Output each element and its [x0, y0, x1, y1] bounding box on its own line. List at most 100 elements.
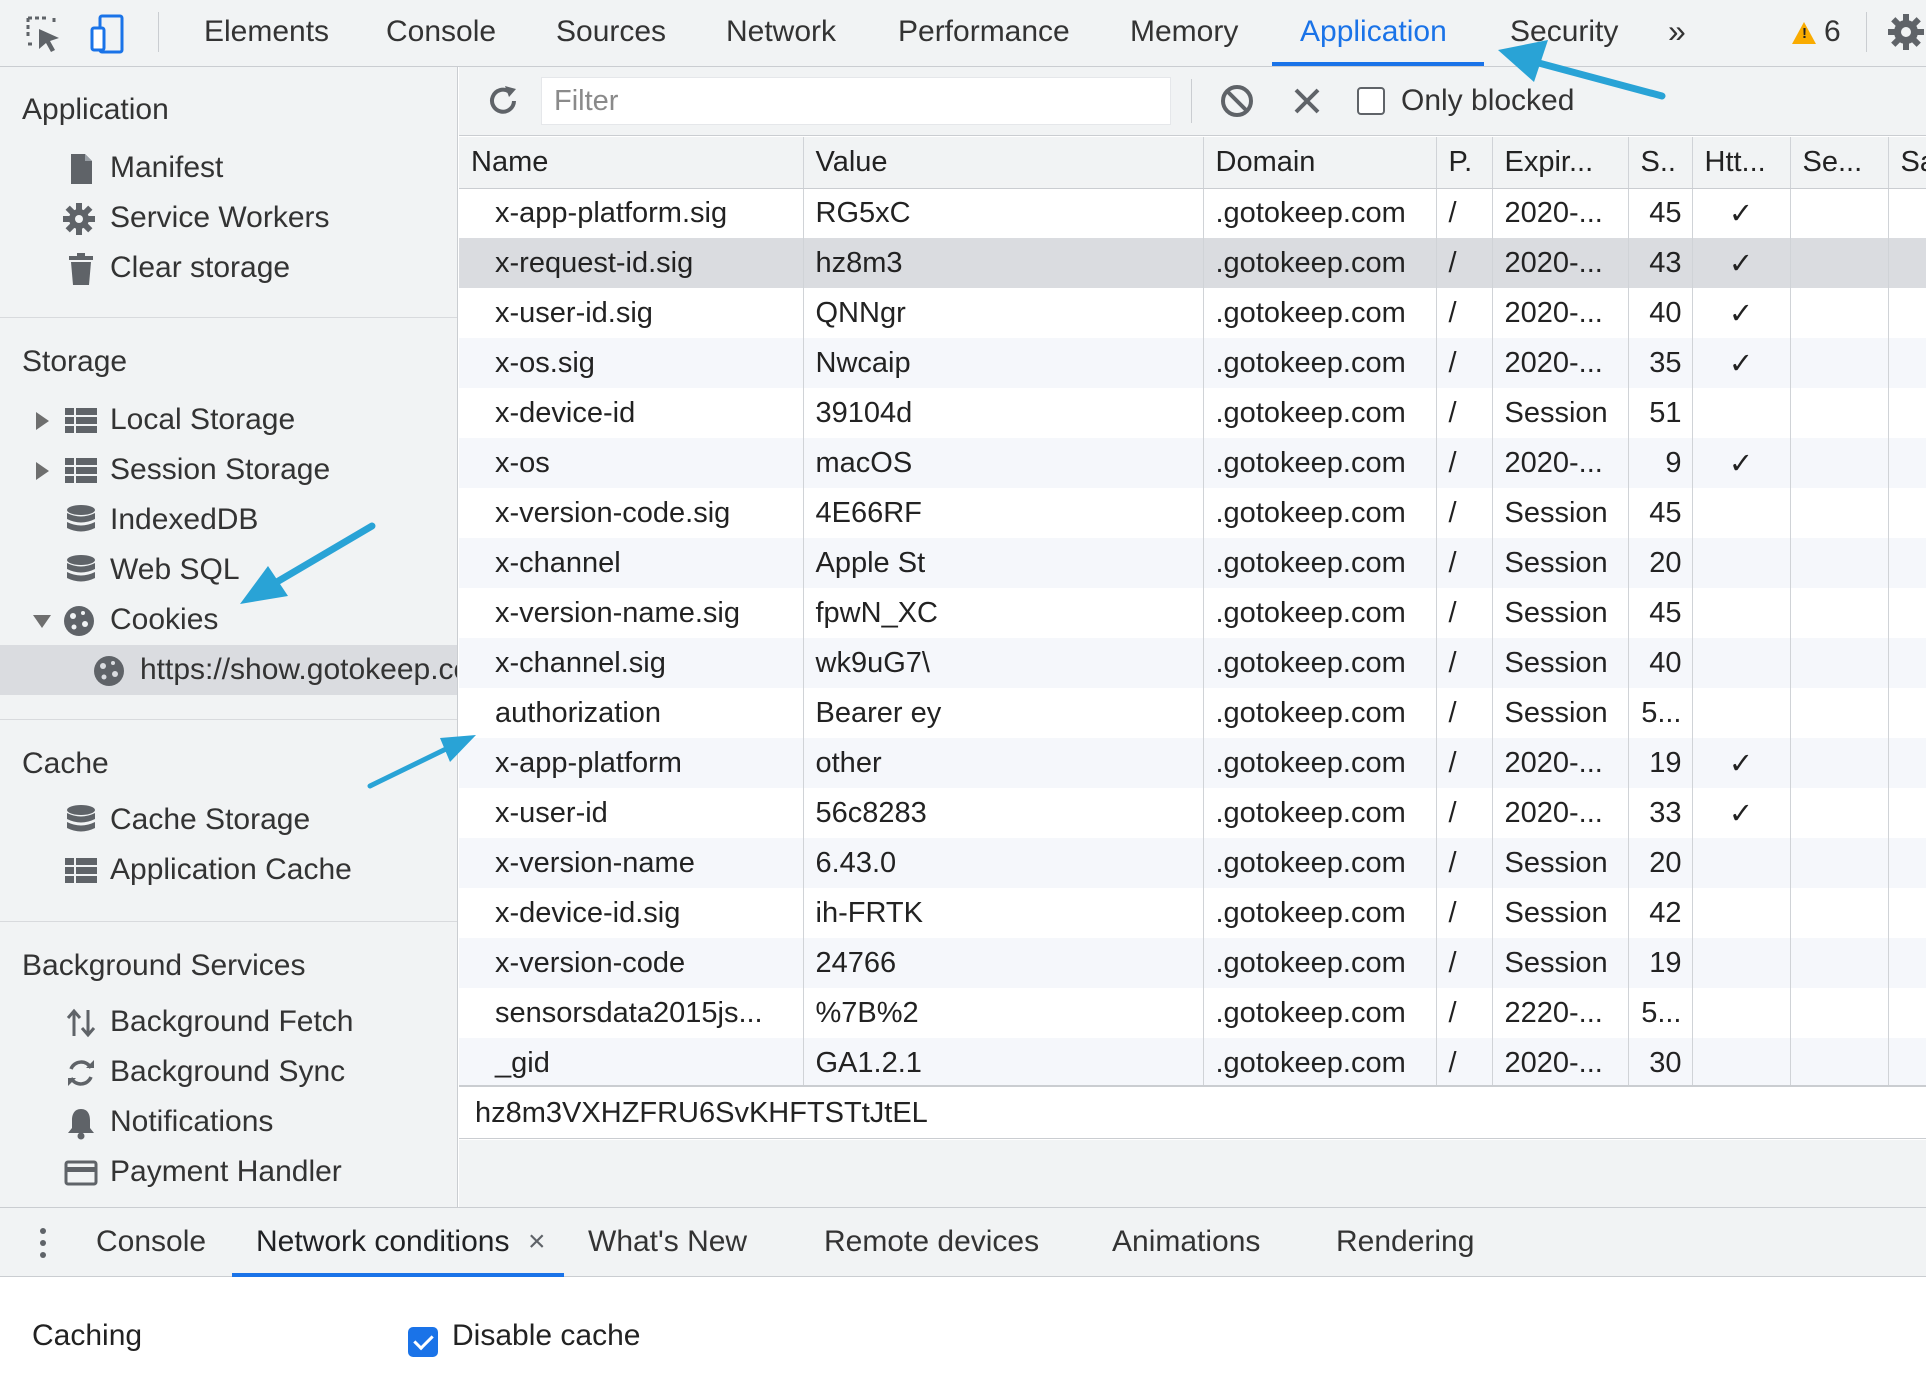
tab-memory[interactable]: Memory [1130, 0, 1238, 67]
cookie-value-preview[interactable]: hz8m3VXHZFRU6SvKHFTSTtJtEL [459, 1087, 1926, 1139]
cookie-samesite-cell [1888, 288, 1926, 338]
cookie-path-cell: / [1436, 738, 1493, 788]
table-row[interactable]: sensorsdata2015js... %7B%2 .gotokeep.com/2… [459, 988, 1926, 1038]
sidebar-item-service-workers[interactable]: Service Workers [0, 193, 457, 243]
sidebar-item-background-fetch[interactable]: Background Fetch [0, 997, 457, 1047]
cookie-domain-cell: .gotokeep.com [1203, 938, 1437, 988]
filter-input[interactable] [541, 77, 1171, 125]
section-title-application: Application [22, 93, 169, 126]
cookie-size-cell: 40 [1628, 638, 1693, 688]
expand-arrow-icon[interactable] [36, 412, 49, 430]
sidebar-item-label: Payment Handler [110, 1155, 342, 1188]
column-header-name[interactable]: Name [459, 137, 804, 189]
inspect-element-icon[interactable] [24, 14, 64, 59]
column-header-domain[interactable]: Domain [1203, 137, 1437, 189]
table-row[interactable]: x-channel.sig wk9uG7\ .gotokeep.com / Sessio… [459, 638, 1926, 688]
database-icon [64, 804, 98, 838]
table-row[interactable]: x-version-code.sig 4E66RF .gotokeep.com / Se… [459, 488, 1926, 538]
table-row[interactable]: x-device-id.sig ih-FRTK .gotokeep.com / Sess… [459, 888, 1926, 938]
cookie-path-cell: / [1436, 588, 1493, 638]
settings-gear-icon[interactable] [1886, 12, 1926, 57]
only-blocked-checkbox[interactable] [1357, 87, 1385, 115]
sidebar-item-application-cache[interactable]: Application Cache [0, 845, 457, 895]
cookie-samesite-cell [1888, 338, 1926, 388]
device-toolbar-icon[interactable] [90, 14, 130, 59]
cookie-value-cell: 24766 [803, 938, 1204, 988]
disable-cache-checkbox[interactable] [408, 1327, 438, 1357]
only-blocked-label[interactable]: Only blocked [1401, 67, 1574, 135]
sidebar-item-cookie-origin[interactable]: https://show.gotokeep.com [0, 645, 457, 695]
table-row[interactable]: x-version-code 24766 .gotokeep.com / Session… [459, 938, 1926, 988]
sidebar-item-cookies[interactable]: Cookies [0, 595, 457, 645]
table-row[interactable]: x-channel Apple St .gotokeep.com / Session 20 [459, 538, 1926, 588]
table-row[interactable]: x-user-id 56c8283 .gotokeep.com/2020-... 33… [459, 788, 1926, 838]
sidebar-item-local-storage[interactable]: Local Storage [0, 395, 457, 445]
more-tabs-button[interactable]: » [1668, 0, 1686, 67]
column-header-samesite[interactable]: Sa [1888, 137, 1926, 189]
column-header-secure[interactable]: Se... [1790, 137, 1889, 189]
drawer-tab-whats-new[interactable]: What's New [588, 1208, 747, 1276]
table-row[interactable]: x-device-id 39104d .gotokeep.com / Session 51 [459, 388, 1926, 438]
sidebar-item-cache-storage[interactable]: Cache Storage [0, 795, 457, 845]
delete-selected-icon[interactable] [1291, 85, 1323, 122]
table-row[interactable]: x-version-name.sig fpwN_XC .gotokeep.com / S… [459, 588, 1926, 638]
sidebar-item-background-sync[interactable]: Background Sync [0, 1047, 457, 1097]
collapse-arrow-icon[interactable] [33, 615, 51, 628]
disable-cache-label[interactable]: Disable cache [452, 1319, 640, 1353]
sidebar-item-clear-storage[interactable]: Clear storage [0, 243, 457, 293]
sidebar-item-web-sql[interactable]: Web SQL [0, 545, 457, 595]
cookie-size-cell: 5... [1628, 988, 1693, 1038]
tab-application[interactable]: Application [1300, 0, 1447, 67]
table-row[interactable]: x-os.sig Nwcaip .gotokeep.com/2020-... 35 ✓ [459, 338, 1926, 388]
drawer-tab-network-conditions[interactable]: Network conditions [256, 1208, 509, 1276]
tab-performance[interactable]: Performance [898, 0, 1070, 67]
table-row[interactable]: x-request-id.sig hz8m3 .gotokeep.com/2020-… [459, 238, 1926, 288]
table-row[interactable]: _gid GA1.2.1 .gotokeep.com/2020-... 30 [459, 1038, 1926, 1087]
sidebar-item-label: Web SQL [110, 553, 240, 586]
cookie-samesite-cell [1888, 1038, 1926, 1087]
table-row[interactable]: x-version-name 6.43.0 .gotokeep.com / Sessio… [459, 838, 1926, 888]
bell-icon [64, 1106, 98, 1140]
expand-arrow-icon[interactable] [36, 462, 49, 480]
cookie-size-cell: 45 [1628, 188, 1693, 238]
tab-elements[interactable]: Elements [204, 0, 329, 67]
sidebar-item-payment-handler[interactable]: Payment Handler [0, 1147, 457, 1197]
cookie-size-cell: 40 [1628, 288, 1693, 338]
clear-all-icon[interactable] [1219, 83, 1255, 124]
tab-network[interactable]: Network [726, 0, 836, 67]
drawer-tab-rendering[interactable]: Rendering [1336, 1208, 1474, 1276]
column-header-size[interactable]: S.. [1628, 137, 1693, 189]
cookie-value-cell: 56c8283 [803, 788, 1204, 838]
refresh-icon[interactable] [485, 83, 521, 124]
column-header-httponly[interactable]: Htt... [1692, 137, 1791, 189]
tab-sources[interactable]: Sources [556, 0, 666, 67]
table-row[interactable]: authorization Bearer ey .gotokeep.com / Sess… [459, 688, 1926, 738]
cookie-httponly-cell [1692, 1038, 1791, 1087]
column-header-expires[interactable]: Expir... [1492, 137, 1629, 189]
cookie-httponly-cell [1692, 638, 1791, 688]
cookie-expires-cell: Session [1492, 688, 1629, 738]
cookie-domain-cell: .gotokeep.com [1203, 738, 1437, 788]
table-row[interactable]: x-app-platform.sig RG5xC .gotokeep.com/202… [459, 188, 1926, 238]
drawer-tab-remote-devices[interactable]: Remote devices [824, 1208, 1039, 1276]
drawer-tab-animations[interactable]: Animations [1112, 1208, 1260, 1276]
sidebar-item-indexeddb[interactable]: IndexedDB [0, 495, 457, 545]
sidebar-item-label: Notifications [110, 1105, 274, 1138]
cookie-size-cell: 30 [1628, 1038, 1693, 1087]
table-row[interactable]: x-os macOS .gotokeep.com/2020-... 9 ✓ [459, 438, 1926, 488]
sidebar-item-manifest[interactable]: Manifest [0, 143, 457, 193]
sidebar-item-session-storage[interactable]: Session Storage [0, 445, 457, 495]
tab-console[interactable]: Console [386, 0, 496, 67]
warnings-counter[interactable]: ! 6 [1792, 0, 1841, 67]
table-row[interactable]: x-app-platform other .gotokeep.com/2020-..… [459, 738, 1926, 788]
tab-security[interactable]: Security [1510, 0, 1618, 67]
close-icon[interactable]: × [528, 1208, 546, 1276]
drawer-tab-console[interactable]: Console [96, 1208, 206, 1276]
column-header-path[interactable]: P. [1436, 137, 1493, 189]
table-row[interactable]: x-user-id.sig QNNgr .gotokeep.com/2020-...… [459, 288, 1926, 338]
drawer-menu-icon[interactable] [40, 1228, 46, 1264]
sidebar-item-notifications[interactable]: Notifications [0, 1097, 457, 1147]
sidebar-item-label: Background Sync [110, 1055, 346, 1088]
column-header-value[interactable]: Value [803, 137, 1204, 189]
warning-icon: ! [1792, 22, 1816, 44]
